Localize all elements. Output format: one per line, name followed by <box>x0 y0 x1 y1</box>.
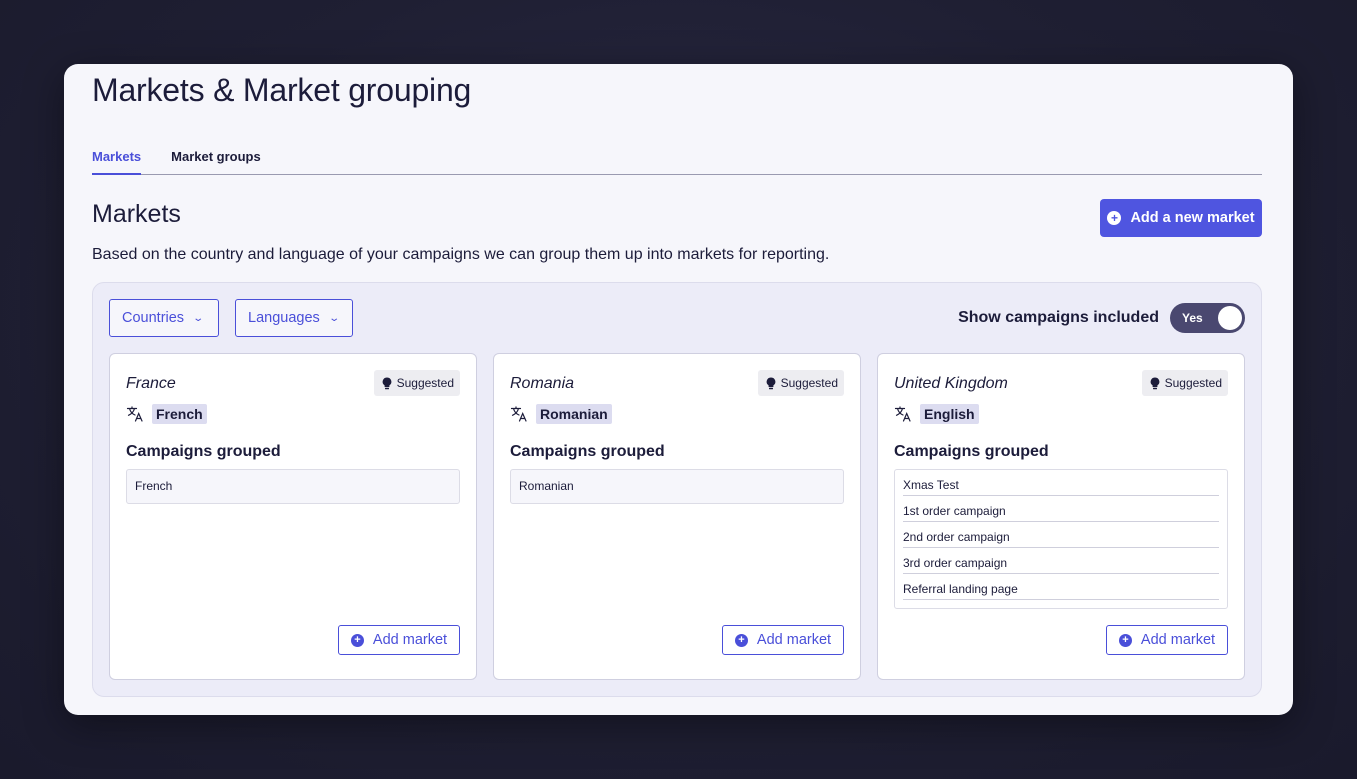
language-row: Romanian <box>510 404 612 424</box>
lightbulb-icon <box>1150 376 1159 389</box>
translate-icon <box>510 406 527 422</box>
market-name: France <box>126 375 176 392</box>
markets-window: Markets & Market grouping Markets Market… <box>64 64 1293 715</box>
campaign-list[interactable]: Xmas Test 1st order campaign 2nd order c… <box>894 469 1228 609</box>
language-chip: French <box>152 404 207 424</box>
list-item: 1st order campaign <box>903 496 1219 522</box>
languages-dropdown-label: Languages <box>248 310 320 326</box>
badge-label: Suggested <box>396 376 454 390</box>
tab-markets[interactable]: Markets <box>92 144 142 175</box>
language-row: English <box>894 404 979 424</box>
tab-bar: Markets Market groups <box>92 144 1262 175</box>
plus-circle-icon: + <box>1107 211 1122 225</box>
countries-dropdown-label: Countries <box>122 310 185 326</box>
market-name: United Kingdom <box>894 375 1008 392</box>
language-row: French <box>126 404 207 424</box>
add-market-button[interactable]: + Add market <box>1106 625 1228 655</box>
lightbulb-icon <box>382 376 391 389</box>
add-new-market-label: Add a new market <box>1130 210 1255 226</box>
badge-label: Suggested <box>780 376 838 390</box>
tab-market-groups[interactable]: Market groups <box>171 144 261 175</box>
plus-circle-icon: + <box>734 633 748 647</box>
chevron-down-icon: ⌄ <box>192 312 205 324</box>
market-card-romania: Romania Suggested Romanian Campaigns gro… <box>493 353 861 680</box>
list-item: 2nd order campaign <box>903 522 1219 548</box>
market-card-united-kingdom: United Kingdom Suggested English Campaig… <box>877 353 1245 680</box>
list-item: Xmas Test <box>903 470 1219 496</box>
campaigns-grouped-title: Campaigns grouped <box>510 443 665 460</box>
badge-label: Suggested <box>1164 376 1222 390</box>
add-market-label: Add market <box>372 632 448 648</box>
market-name: Romania <box>510 375 575 392</box>
suggested-badge: Suggested <box>757 370 844 396</box>
translate-icon <box>126 406 143 422</box>
countries-dropdown[interactable]: Countries ⌄ <box>109 299 219 337</box>
plus-circle-icon: + <box>350 633 364 647</box>
chevron-down-icon: ⌄ <box>328 312 340 324</box>
plus-circle-icon: + <box>1118 633 1132 647</box>
campaign-list: French <box>126 469 460 504</box>
suggested-badge: Suggested <box>1141 370 1228 396</box>
market-card-france: France Suggested French Campaigns groupe… <box>109 353 477 680</box>
add-market-label: Add market <box>1140 632 1216 648</box>
markets-panel: Countries ⌄ Languages ⌄ Show campaigns i… <box>92 282 1262 697</box>
suggested-badge: Suggested <box>373 370 460 396</box>
lightbulb-icon <box>766 376 775 389</box>
language-chip: English <box>920 404 979 424</box>
list-item: Referral landing page <box>903 574 1219 600</box>
toggle-value: Yes <box>1182 311 1203 325</box>
list-item: Romanian <box>519 479 574 493</box>
add-market-label: Add market <box>756 632 832 648</box>
language-chip: Romanian <box>536 404 612 424</box>
show-campaigns-label: Show campaigns included <box>958 309 1159 326</box>
languages-dropdown[interactable]: Languages ⌄ <box>235 299 353 337</box>
section-title: Markets <box>92 200 181 228</box>
add-new-market-button[interactable]: + Add a new market <box>1100 199 1262 237</box>
add-market-button[interactable]: + Add market <box>722 625 844 655</box>
add-market-button[interactable]: + Add market <box>338 625 460 655</box>
campaigns-grouped-title: Campaigns grouped <box>126 443 281 460</box>
campaigns-grouped-title: Campaigns grouped <box>894 443 1049 460</box>
campaign-list: Romanian <box>510 469 844 504</box>
show-campaigns-toggle[interactable]: Yes <box>1170 303 1245 333</box>
show-campaigns-control: Show campaigns included Yes <box>958 303 1245 333</box>
translate-icon <box>894 406 911 422</box>
list-item: French <box>135 479 173 493</box>
page-title: Markets & Market grouping <box>92 72 472 108</box>
list-item: 3rd order campaign <box>903 548 1219 574</box>
toggle-knob <box>1218 306 1242 330</box>
section-description: Based on the country and language of you… <box>92 246 830 263</box>
